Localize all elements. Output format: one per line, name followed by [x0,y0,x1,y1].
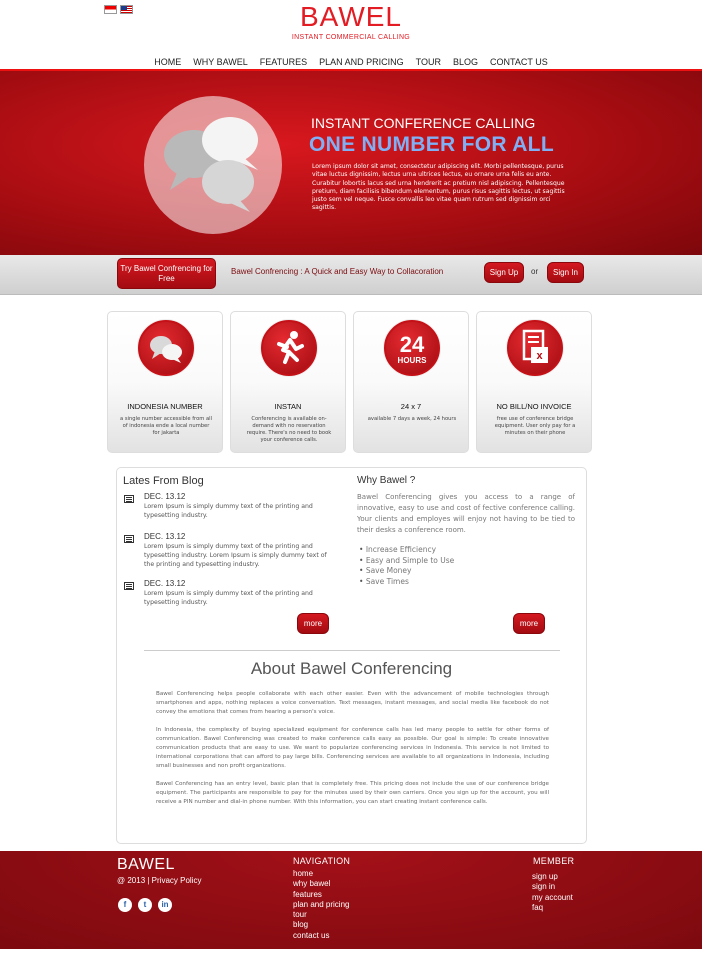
footer-nav-links: home why bawel features plan and pricing… [293,869,349,941]
icon-hours-text: HOURS [398,356,428,365]
sign-in-button[interactable]: Sign In [547,262,584,283]
feature-title: INSTAN [274,402,302,411]
footer-link-contact-us[interactable]: contact us [293,931,349,941]
blog-date: DEC. 13.12 [144,532,186,541]
chat-bubbles-icon [138,320,194,376]
about-title: About Bawel Conferencing [250,659,453,678]
nav-tour[interactable]: TOUR [416,57,441,67]
footer-link-sign-in[interactable]: sign in [532,882,573,892]
logo[interactable]: BAWEL INSTANT COMMERCIAL CALLING [0,1,702,42]
blog-date: DEC. 13.12 [144,492,186,501]
footer-link-my-account[interactable]: my account [532,893,573,903]
nav-home[interactable]: HOME [154,57,181,67]
hero-headline: ONE NUMBER FOR ALL [309,133,554,156]
feature-desc: available 7 days a week, 24 hours [367,416,457,422]
facebook-icon[interactable]: f [118,898,132,912]
nav-contact-us[interactable]: CONTACT US [490,57,548,67]
about-body: Bawel Conferencing helps people collabor… [156,690,549,816]
svg-text:x: x [536,350,543,362]
why-body: Bawel Conferencing gives you access to a… [357,493,575,534]
news-icon [124,582,134,590]
blog-text: Lorem Ipsum is simply dummy text of the … [144,503,313,519]
why-point: Save Money [359,566,454,577]
hero-body: Lorem ipsum dolor sit amet, consectetur … [312,163,565,212]
social-links: f t in [118,898,172,912]
feature-card-indonesia-number[interactable]: INDONESIA NUMBER a single number accessi… [107,311,223,453]
receipt-icon: x [507,320,563,376]
why-point: Easy and Simple to Use [359,556,454,567]
why-point: Increase Efficiency [359,545,454,556]
or-label: or [531,267,539,276]
cta-bar: Try Bawel Confrencing for Free Bawel Con… [0,255,702,295]
footer-link-plan-pricing[interactable]: plan and pricing [293,900,349,910]
footer-brand: BAWEL [117,856,175,873]
twitter-icon[interactable]: t [138,898,152,912]
why-more-button[interactable]: more [513,613,545,634]
try-free-button[interactable]: Try Bawel Confrencing for Free [117,258,216,289]
blog-section-title: Lates From Blog [123,475,204,487]
news-icon [124,495,134,503]
nav-features[interactable]: FEATURES [260,57,307,67]
footer-copyright[interactable]: @ 2013 | Privacy Policy [117,876,201,885]
sign-up-button[interactable]: Sign Up [484,262,524,283]
divider [144,650,560,651]
chat-bubbles-icon [144,96,282,234]
footer: BAWEL @ 2013 | Privacy Policy f t in NAV… [0,851,702,949]
feature-title: 24 x 7 [400,402,422,411]
footer-link-home[interactable]: home [293,869,349,879]
about-paragraph: Bawel Conferencing has an entry level, b… [156,781,549,805]
why-list: Increase Efficiency Easy and Simple to U… [359,545,454,587]
nav-why-bawel[interactable]: WHY BAWEL [193,57,248,67]
footer-link-features[interactable]: features [293,890,349,900]
footer-link-tour[interactable]: tour [293,910,349,920]
icon-24-text: 24 [400,332,425,357]
footer-link-faq[interactable]: faq [532,903,573,913]
feature-card-24x7[interactable]: 24 HOURS 24 x 7 available 7 days a week,… [353,311,469,453]
news-icon [124,535,134,543]
linkedin-icon[interactable]: in [158,898,172,912]
feature-desc: Conferencing is available on-demand with… [246,416,332,443]
feature-desc: free use of conference bridge equipment.… [494,416,576,436]
about-paragraph: In Indonesia, the complexity of buying s… [156,727,549,769]
feature-title: INDONESIA NUMBER [127,402,203,411]
blog-text: Lorem Ipsum is simply dummy text of the … [144,543,327,568]
blog-text: Lorem Ipsum is simply dummy text of the … [144,590,313,606]
hero-title: INSTANT CONFERENCE CALLING [311,115,536,131]
footer-nav-title: NAVIGATION [293,856,351,866]
nav-blog[interactable]: BLOG [453,57,478,67]
logo-text: BAWEL [300,1,402,32]
blog-date: DEC. 13.12 [144,579,186,588]
feature-desc: a single number accessible from all of i… [120,416,213,436]
feature-card-no-bill[interactable]: x NO BILL/NO INVOICE free use of confere… [476,311,592,453]
footer-link-why-bawel[interactable]: why bawel [293,879,349,889]
about-paragraph: Bawel Conferencing helps people collabor… [156,691,549,715]
logo-tagline: INSTANT COMMERCIAL CALLING [291,34,411,41]
footer-link-blog[interactable]: blog [293,920,349,930]
page-bottom [0,949,702,960]
feature-card-instan[interactable]: INSTAN Conferencing is available on-dema… [230,311,346,453]
hero-banner: INSTANT CONFERENCE CALLING ONE NUMBER FO… [0,69,702,255]
blog-more-button[interactable]: more [297,613,329,634]
content-panel: Lates From Blog DEC. 13.12 Lorem Ipsum i… [116,467,587,844]
running-man-icon [261,320,317,376]
footer-member-links: sign up sign in my account faq [532,872,573,913]
why-point: Save Times [359,577,454,588]
why-section-title: Why Bawel ? [357,475,416,486]
24-hours-icon: 24 HOURS [384,320,440,376]
nav-plan-pricing[interactable]: PLAN AND PRICING [319,57,404,67]
feature-title: NO BILL/NO INVOICE [496,402,572,411]
main-nav: HOME WHY BAWEL FEATURES PLAN AND PRICING… [0,57,702,67]
footer-link-sign-up[interactable]: sign up [532,872,573,882]
cta-tagline: Bawel Confrencing : A Quick and Easy Way… [231,267,444,276]
footer-member-title: MEMBER [533,856,575,866]
